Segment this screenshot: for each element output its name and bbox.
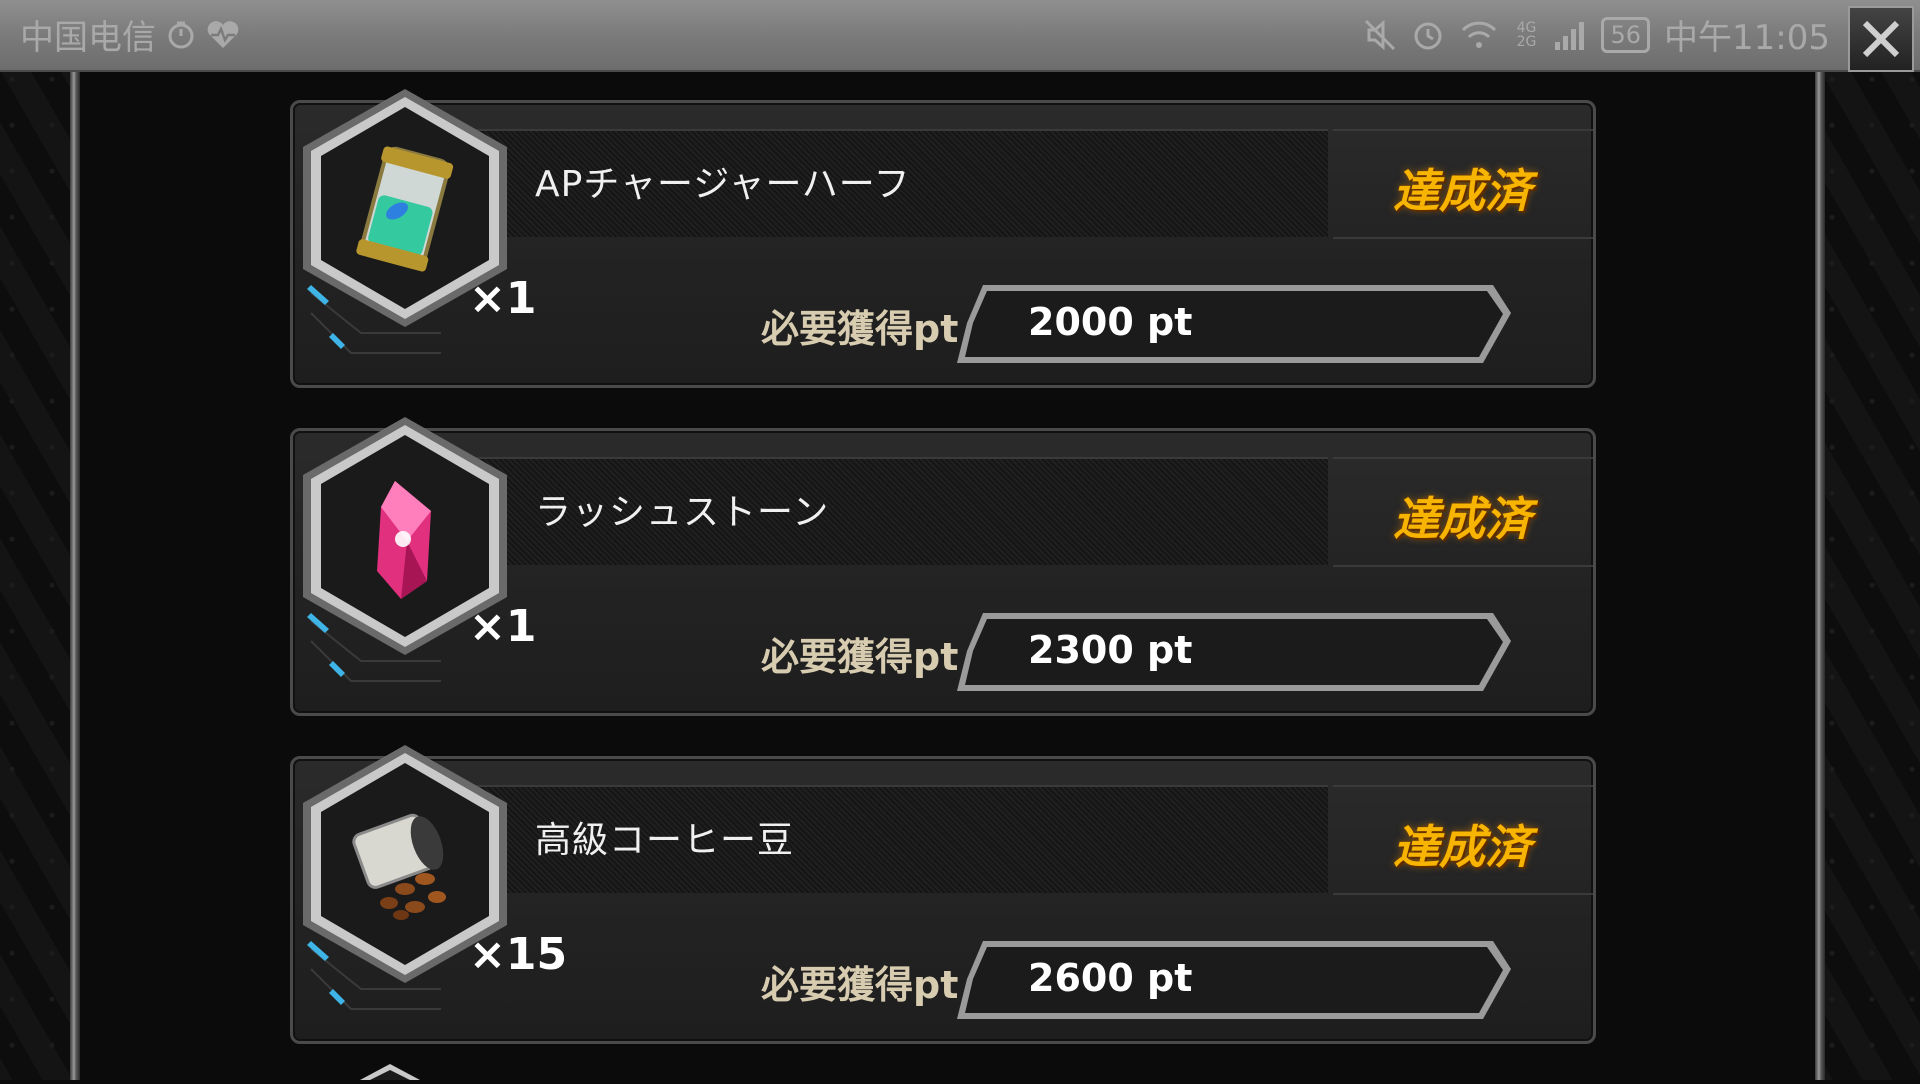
health-icon: [206, 20, 240, 50]
achieved-label: 達成済: [1393, 492, 1531, 546]
wifi-icon: [1459, 18, 1499, 52]
network-label: 4G 2G: [1516, 19, 1537, 50]
item-name: APチャージャーハーフ: [535, 164, 911, 205]
carrier-label: 中国电信: [20, 18, 156, 58]
required-points-value: 2600 pt: [1028, 956, 1193, 1000]
item-name: ラッシュストーン: [535, 492, 830, 533]
timer-icon: [166, 20, 196, 50]
status-bar: 中国电信 4G 2G 56 中午11:05: [0, 0, 1920, 72]
reward-card: ラッシュストーン 達成済 ×1 必要獲得pt 2300 pt: [290, 417, 1596, 716]
mute-icon: [1363, 18, 1397, 52]
item-name: 高級コーヒー豆: [535, 820, 795, 861]
achieved-label: 達成済: [1393, 820, 1531, 874]
alarm-icon: [1411, 18, 1445, 52]
right-background: [1820, 70, 1920, 1080]
item-quantity: ×15: [469, 929, 568, 980]
battery-indicator: 56: [1601, 16, 1651, 53]
required-points-value: 2000 pt: [1028, 300, 1193, 344]
item-quantity: ×1: [469, 601, 537, 652]
required-points-value: 2300 pt: [1028, 628, 1193, 672]
required-points-label: 必要獲得pt: [761, 963, 959, 1007]
reward-list: APチャージャーハーフ 達成済 ×1 必要獲得pt 2000 pt ラッシュスト…: [290, 89, 1600, 1084]
left-background: [0, 70, 80, 1080]
reward-card: 高級コーヒー豆 達成済 ×15 必要獲得pt 2600 pt: [290, 745, 1596, 1044]
next-item-frame-partial: [360, 1064, 420, 1080]
required-points-label: 必要獲得pt: [761, 307, 959, 351]
required-points-label: 必要獲得pt: [761, 635, 959, 679]
signal-icon: 4G 2G: [1513, 21, 1539, 49]
achieved-label: 達成済: [1393, 164, 1531, 218]
left-rail: [70, 70, 80, 1080]
close-button[interactable]: [1848, 6, 1914, 72]
reward-card: APチャージャーハーフ 達成済 ×1 必要獲得pt 2000 pt: [290, 89, 1596, 388]
clock-label: 中午11:05: [1664, 18, 1830, 58]
close-icon: [1862, 20, 1900, 58]
right-rail: [1815, 70, 1825, 1080]
item-quantity: ×1: [469, 273, 537, 324]
signal-bars-icon: [1553, 18, 1587, 52]
